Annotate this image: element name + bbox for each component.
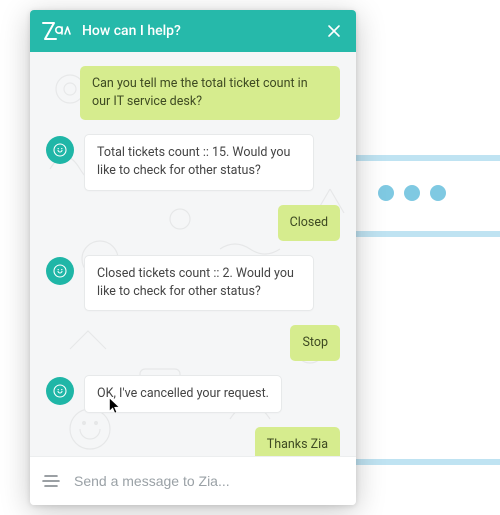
close-button[interactable] xyxy=(324,24,344,38)
message-user: Closed xyxy=(46,205,340,241)
message-bubble: Stop xyxy=(290,325,340,361)
menu-icon[interactable] xyxy=(42,474,60,488)
bot-avatar-icon xyxy=(52,383,68,399)
bot-avatar-icon xyxy=(52,142,68,158)
message-bubble: Closed xyxy=(278,205,340,241)
chat-title: How can I help? xyxy=(82,23,314,39)
message-user: Stop xyxy=(46,325,340,361)
chat-input-bar xyxy=(30,456,356,505)
background-window-dots xyxy=(378,185,446,201)
chat-widget: How can I help? xyxy=(30,10,356,505)
message-bot: Total tickets count :: 15. Would you lik… xyxy=(46,134,340,190)
close-icon xyxy=(327,24,341,38)
message-bot: OK, I've cancelled your request. xyxy=(46,375,340,413)
zia-logo-icon xyxy=(42,20,72,42)
message-bubble: Thanks Zia xyxy=(255,427,340,456)
bot-avatar xyxy=(46,377,74,405)
chat-header: How can I help? xyxy=(30,10,356,52)
message-bot: Closed tickets count :: 2. Would you lik… xyxy=(46,255,340,311)
bot-avatar-icon xyxy=(52,263,68,279)
bot-avatar xyxy=(46,136,74,164)
message-input[interactable] xyxy=(72,472,344,490)
message-user: Thanks Zia xyxy=(46,427,340,456)
message-bubble: OK, I've cancelled your request. xyxy=(84,375,282,413)
chat-body: Can you tell me the total ticket count i… xyxy=(30,52,356,456)
bot-avatar xyxy=(46,257,74,285)
message-bubble: Closed tickets count :: 2. Would you lik… xyxy=(84,255,314,311)
message-bubble: Total tickets count :: 15. Would you lik… xyxy=(84,134,314,190)
message-bubble: Can you tell me the total ticket count i… xyxy=(80,66,340,120)
message-user: Can you tell me the total ticket count i… xyxy=(46,66,340,120)
message-list: Can you tell me the total ticket count i… xyxy=(46,66,340,456)
